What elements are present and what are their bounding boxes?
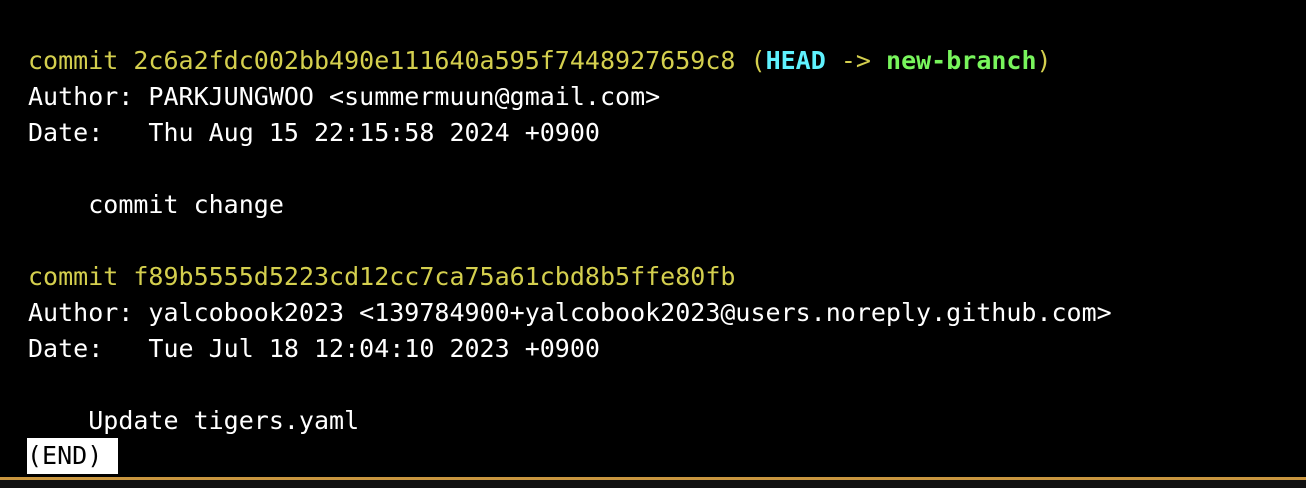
author-line: Author: PARKJUNGWOO <summermuun@gmail.co… xyxy=(28,79,660,115)
commit-hash: f89b5555d5223cd12cc7ca75a61cbd8b5ffe80fb xyxy=(133,262,736,291)
head-ref: HEAD xyxy=(765,46,826,75)
date-value: Tue Jul 18 12:04:10 2023 +0900 xyxy=(148,334,600,363)
date-label: Date: xyxy=(28,118,104,147)
commit-message-text: Update tigers.yaml xyxy=(88,406,360,435)
bottom-strip xyxy=(0,480,1306,488)
date-line: Date: Tue Jul 18 12:04:10 2023 +0900 xyxy=(28,331,600,367)
ref-arrow: -> xyxy=(840,46,871,75)
commit-keyword: commit xyxy=(28,262,119,291)
commit-message: Update tigers.yaml xyxy=(28,403,359,439)
author-value: PARKJUNGWOO <summermuun@gmail.com> xyxy=(148,82,661,111)
terminal-window[interactable]: commit 2c6a2fdc002bb490e111640a595f74489… xyxy=(0,0,1306,488)
commit-line: commit 2c6a2fdc002bb490e111640a595f74489… xyxy=(28,43,1052,79)
author-label: Author: xyxy=(28,298,134,327)
date-label: Date: xyxy=(28,334,104,363)
pager-end-status: (END) xyxy=(27,438,118,474)
author-label: Author: xyxy=(28,82,134,111)
ref-close-paren: ) xyxy=(1036,46,1052,75)
author-line: Author: yalcobook2023 <139784900+yalcobo… xyxy=(28,295,1112,331)
author-value: yalcobook2023 <139784900+yalcobook2023@u… xyxy=(148,298,1112,327)
date-line: Date: Thu Aug 15 22:15:58 2024 +0900 xyxy=(28,115,600,151)
commit-message-text: commit change xyxy=(88,190,284,219)
commit-line: commit f89b5555d5223cd12cc7ca75a61cbd8b5… xyxy=(28,259,735,295)
branch-ref: new-branch xyxy=(886,46,1037,75)
commit-keyword: commit xyxy=(28,46,119,75)
ref-open-paren: ( xyxy=(750,46,766,75)
date-value: Thu Aug 15 22:15:58 2024 +0900 xyxy=(148,118,600,147)
commit-hash: 2c6a2fdc002bb490e111640a595f7448927659c8 xyxy=(133,46,736,75)
commit-message: commit change xyxy=(28,187,284,223)
